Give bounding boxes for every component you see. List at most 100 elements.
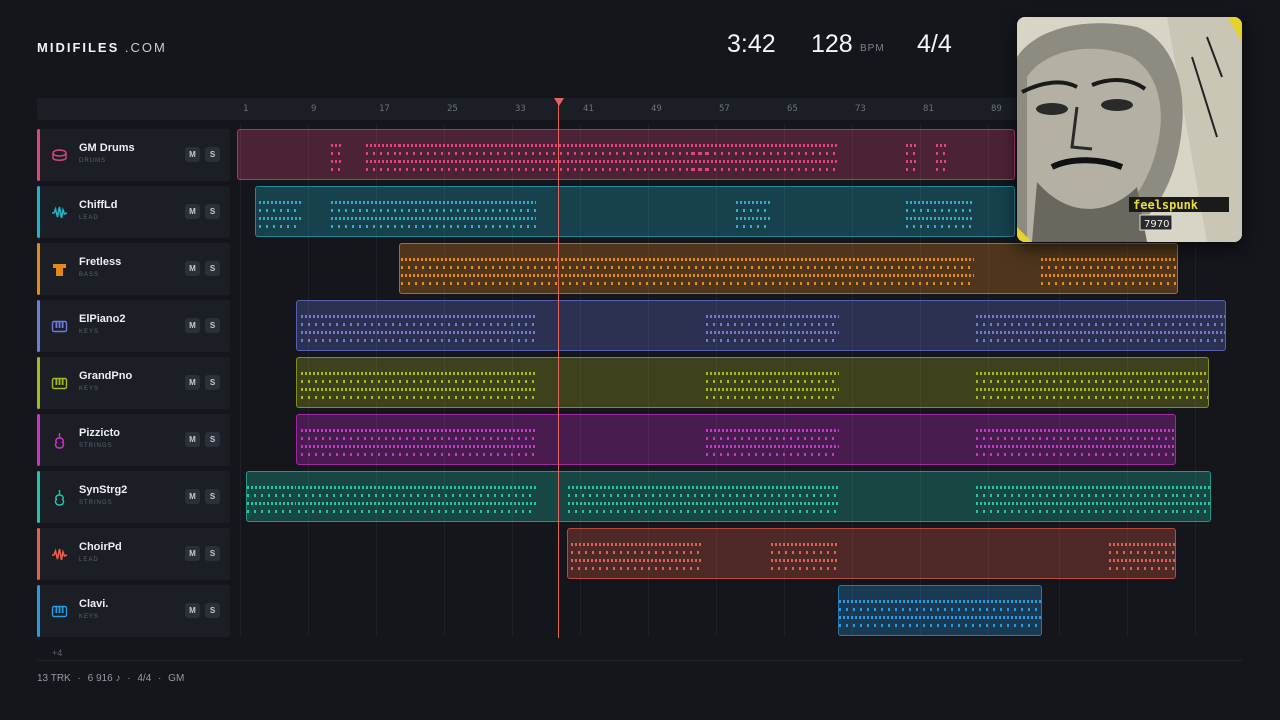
midi-clip[interactable] <box>399 243 1178 294</box>
note-pattern <box>706 453 839 456</box>
note-pattern <box>706 331 839 334</box>
track-header-synstrg2[interactable]: SynStrg2 STRINGS M S <box>37 471 230 523</box>
ruler-tick: 81 <box>923 104 934 114</box>
note-pattern <box>298 494 536 497</box>
tempo-value: 128 <box>811 30 853 58</box>
solo-button[interactable]: S <box>205 489 220 504</box>
note-pattern <box>706 396 839 399</box>
note-pattern <box>366 160 401 163</box>
track-header-clavi[interactable]: Clavi. KEYS M S <box>37 585 230 637</box>
mute-button[interactable]: M <box>185 261 200 276</box>
solo-button[interactable]: S <box>205 261 220 276</box>
solo-button[interactable]: S <box>205 147 220 162</box>
track-name: ChiffLd <box>79 199 118 211</box>
mute-button[interactable]: M <box>185 204 200 219</box>
midi-clip[interactable] <box>296 357 1209 408</box>
note-pattern <box>1176 510 1210 513</box>
midi-clip[interactable] <box>296 414 1176 465</box>
note-pattern <box>976 502 1176 505</box>
solo-button[interactable]: S <box>205 318 220 333</box>
mute-button[interactable]: M <box>185 318 200 333</box>
track-header-gm-drums[interactable]: GM Drums DRUMS M S <box>37 129 230 181</box>
note-pattern <box>976 339 1225 342</box>
note-pattern <box>906 160 916 163</box>
note-pattern <box>571 567 701 570</box>
site-logo[interactable]: MIDIFILES .COM <box>37 40 167 55</box>
track-color-bar <box>37 528 40 580</box>
mute-button[interactable]: M <box>185 489 200 504</box>
track-color-bar <box>37 471 40 523</box>
solo-button[interactable]: S <box>205 546 220 561</box>
note-pattern <box>247 502 296 505</box>
track-header-fretless[interactable]: Fretless BASS M S <box>37 243 230 295</box>
note-pattern <box>301 323 536 326</box>
note-pattern <box>568 494 839 497</box>
note-pattern <box>771 559 839 562</box>
note-pattern <box>1041 266 1176 269</box>
note-pattern <box>906 152 916 155</box>
note-pattern <box>1041 258 1176 261</box>
note-pattern <box>247 486 296 489</box>
ruler-tick: 57 <box>719 104 730 114</box>
note-pattern <box>259 201 301 204</box>
more-tracks-label[interactable]: +4 <box>52 648 62 658</box>
track-header-choirpd[interactable]: ChoirPd LEAD M S <box>37 528 230 580</box>
note-pattern <box>936 144 946 147</box>
midi-clip[interactable] <box>838 585 1042 636</box>
ruler-tick: 49 <box>651 104 662 114</box>
midi-clip[interactable] <box>237 129 1015 180</box>
note-pattern <box>331 152 341 155</box>
track-header-pizzicto[interactable]: Pizzicto STRINGS M S <box>37 414 230 466</box>
note-pattern <box>247 494 296 497</box>
grid-line <box>240 124 241 636</box>
midi-clip[interactable] <box>246 471 1211 522</box>
note-pattern <box>976 486 1176 489</box>
note-pattern <box>976 453 1175 456</box>
track-name: ElPiano2 <box>79 313 126 325</box>
note-pattern <box>301 331 536 334</box>
note-pattern <box>771 551 839 554</box>
playhead-line[interactable] <box>558 104 559 638</box>
song-duration: 3:42 <box>727 30 776 58</box>
tempo-unit: BPM <box>860 43 885 54</box>
midi-clip[interactable] <box>296 300 1226 351</box>
note-pattern <box>568 486 839 489</box>
note-pattern <box>401 274 974 277</box>
mute-button[interactable]: M <box>185 375 200 390</box>
mute-button[interactable]: M <box>185 546 200 561</box>
playhead-marker[interactable] <box>554 98 564 106</box>
note-pattern <box>976 510 1176 513</box>
midi-clip[interactable] <box>255 186 1015 237</box>
solo-button[interactable]: S <box>205 603 220 618</box>
track-header-grandpno[interactable]: GrandPno KEYS M S <box>37 357 230 409</box>
note-pattern <box>706 445 839 448</box>
solo-button[interactable]: S <box>205 432 220 447</box>
note-pattern <box>366 168 401 171</box>
mute-button[interactable]: M <box>185 147 200 162</box>
mute-button[interactable]: M <box>185 432 200 447</box>
note-pattern <box>839 624 1041 627</box>
note-pattern <box>976 396 1208 399</box>
note-pattern <box>399 160 839 163</box>
note-pattern <box>301 429 536 432</box>
note-pattern <box>691 152 711 155</box>
waveform-icon <box>51 204 68 221</box>
solo-button[interactable]: S <box>205 375 220 390</box>
track-header-chiffld[interactable]: ChiffLd LEAD M S <box>37 186 230 238</box>
cover-year: 7970 <box>1144 219 1169 230</box>
note-pattern <box>736 209 771 212</box>
track-header-elpiano2[interactable]: ElPiano2 KEYS M S <box>37 300 230 352</box>
footer-stats: 13 TRK · 6 916 ♪ · 4/4 · GM <box>37 673 185 684</box>
note-pattern <box>298 502 536 505</box>
mute-button[interactable]: M <box>185 603 200 618</box>
track-name: GM Drums <box>79 142 135 154</box>
track-type: LEAD <box>79 215 99 221</box>
track-type: DRUMS <box>79 158 106 164</box>
note-pattern <box>706 429 839 432</box>
note-pattern <box>691 160 711 163</box>
note-pattern <box>906 201 973 204</box>
midi-clip[interactable] <box>567 528 1176 579</box>
note-pattern <box>399 144 839 147</box>
solo-button[interactable]: S <box>205 204 220 219</box>
note-pattern <box>976 445 1175 448</box>
